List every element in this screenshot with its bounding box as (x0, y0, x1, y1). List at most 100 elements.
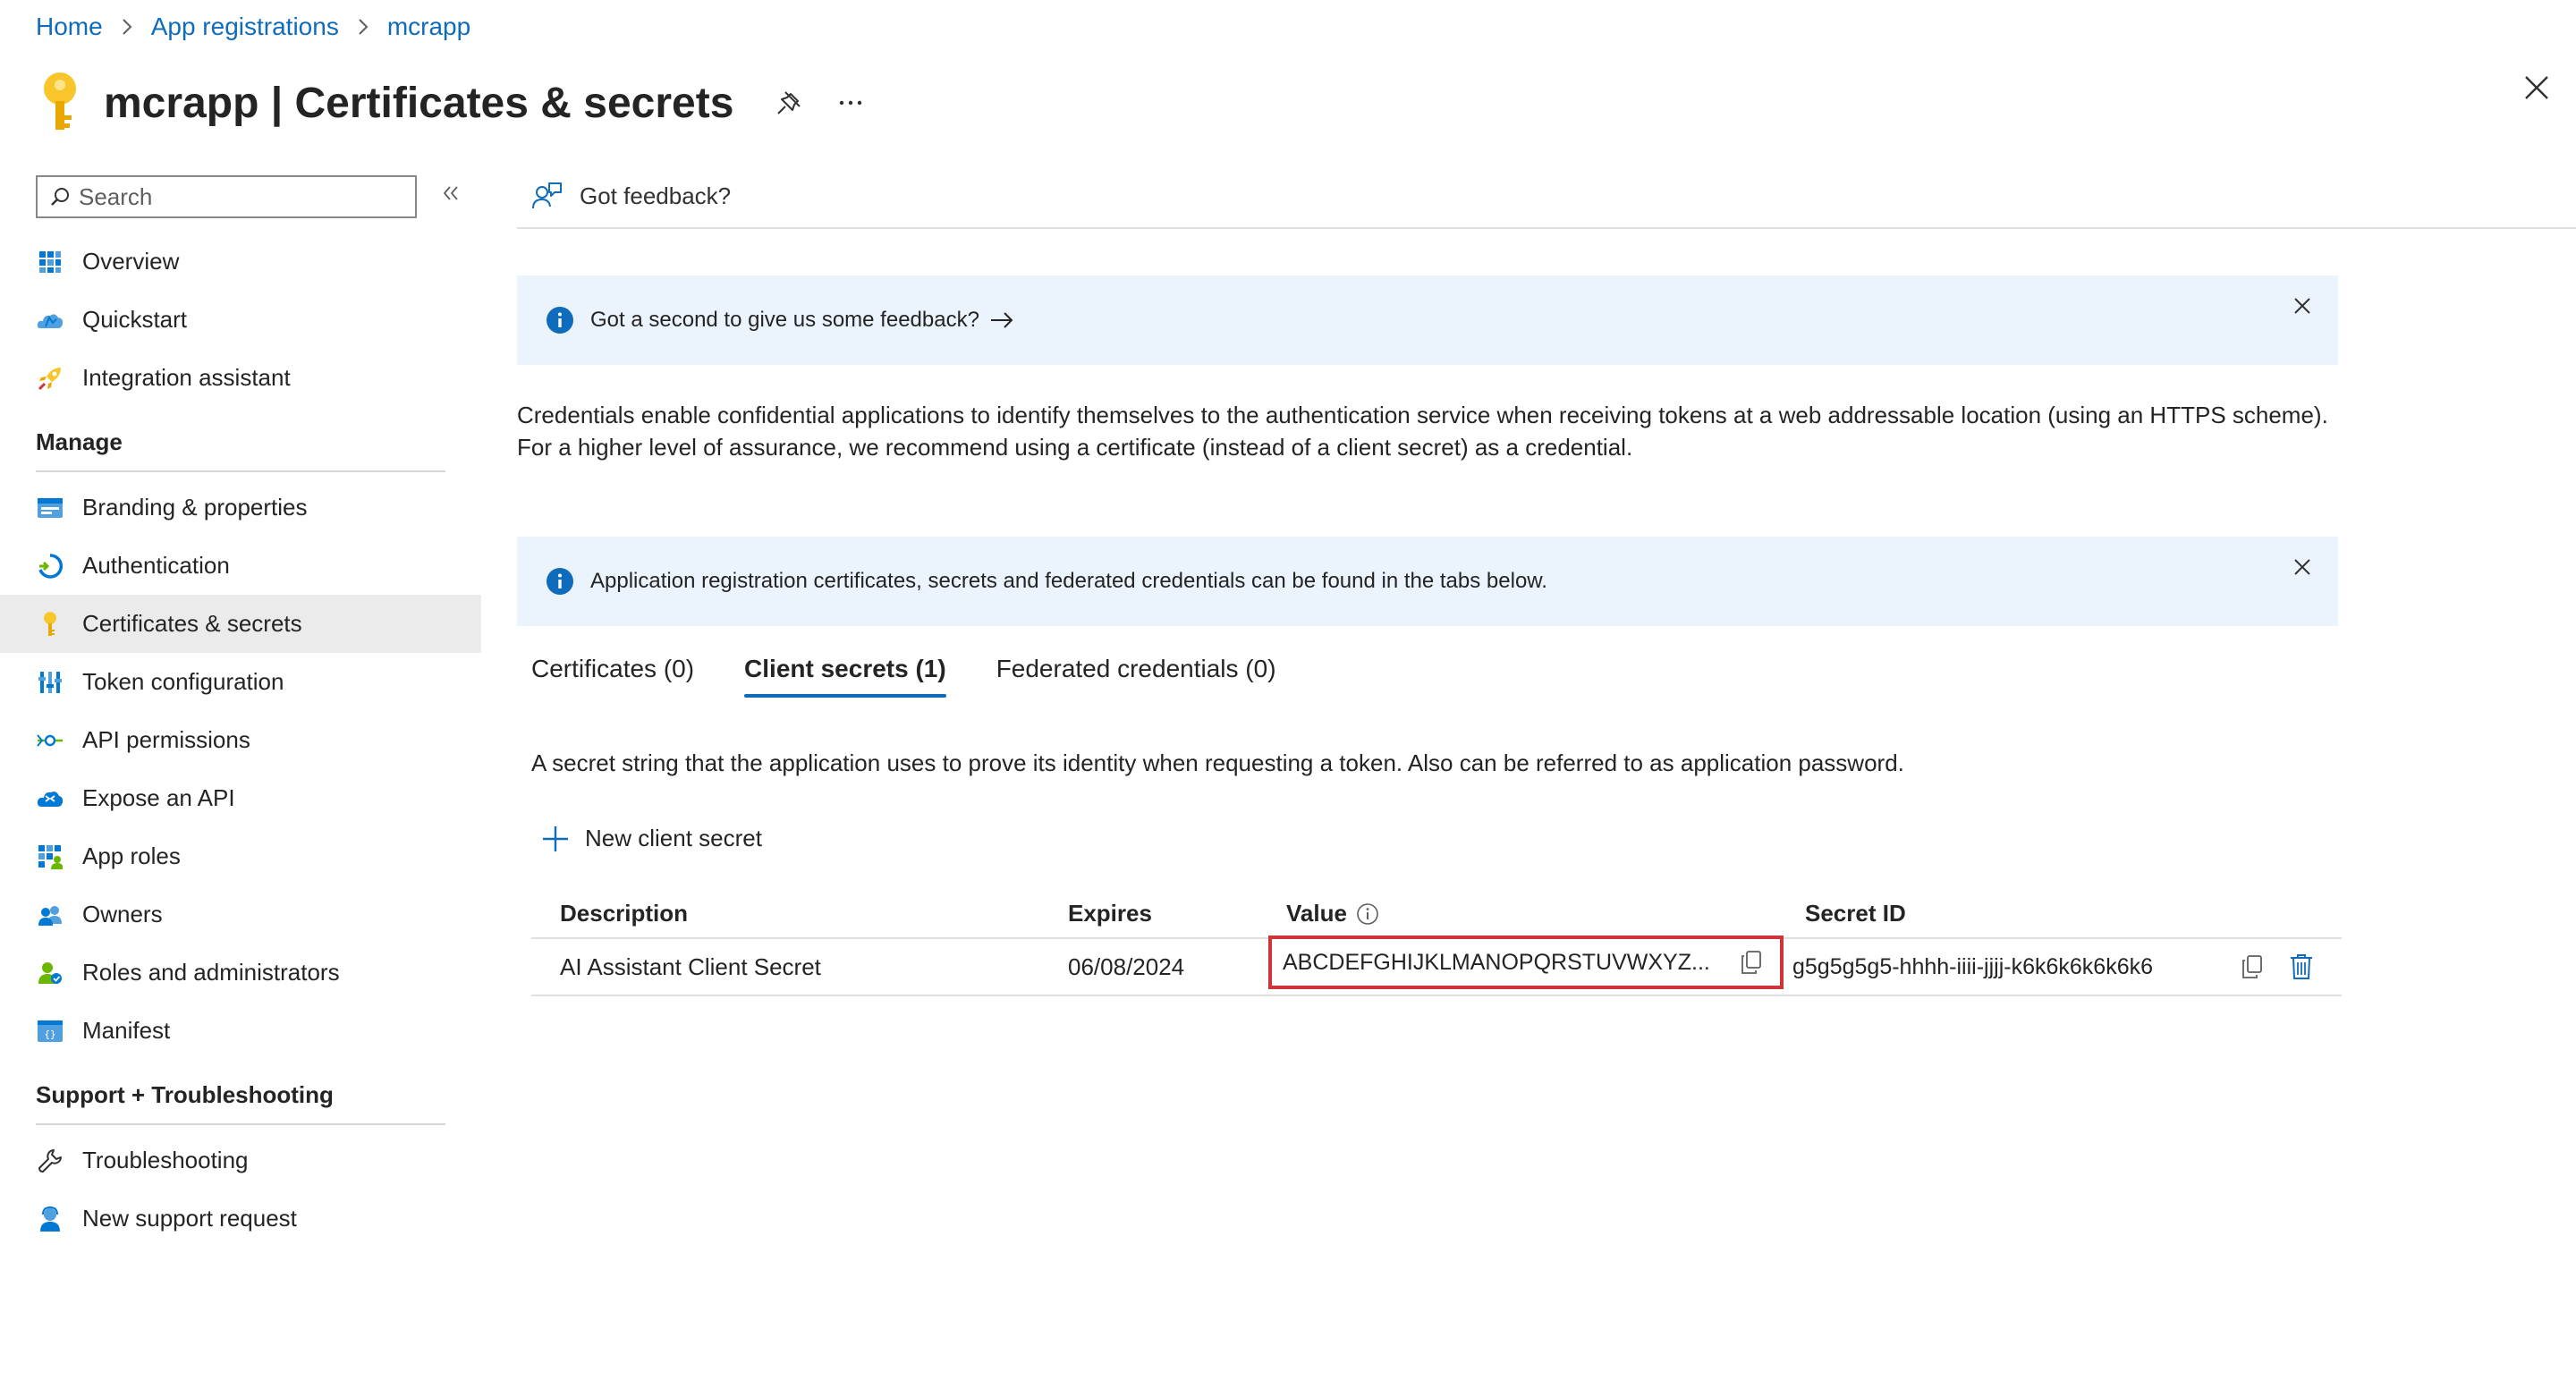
info-icon (547, 307, 573, 334)
page-title: mcrapp | Certificates & secrets (104, 79, 734, 127)
table-header: Description Expires Value Secret ID (531, 889, 2342, 939)
sidebar-item-label: Authentication (82, 552, 230, 579)
secret-value-cell: ABCDEFGHIJKLMANOPQRSTUVWXYZ... (1268, 936, 1784, 989)
sidebar-item-manifest[interactable]: {} Manifest (0, 1002, 481, 1060)
search-input[interactable] (79, 182, 401, 211)
sidebar-item-new-support-request[interactable]: New support request (0, 1190, 481, 1248)
page-header: mcrapp | Certificates & secrets (36, 63, 862, 143)
breadcrumb-home[interactable]: Home (36, 13, 103, 41)
wrench-icon (36, 1147, 64, 1175)
tab-client-secrets[interactable]: Client secrets (1) (744, 655, 946, 698)
sidebar-item-label: Certificates & secrets (82, 610, 302, 637)
feedback-icon[interactable] (531, 182, 562, 210)
sidebar-item-label: Expose an API (82, 784, 235, 811)
svg-text:{}: {} (44, 1029, 55, 1040)
sidebar-item-integration-assistant[interactable]: Integration assistant (0, 349, 481, 407)
tab-certificates[interactable]: Certificates (0) (531, 655, 694, 698)
breadcrumb-mcrapp[interactable]: mcrapp (387, 13, 470, 41)
sidebar-item-label: App roles (82, 842, 181, 869)
sidebar-item-overview[interactable]: Overview (0, 233, 481, 291)
column-header-value: Value (1286, 900, 1379, 927)
column-header-description: Description (560, 900, 689, 927)
support-icon (36, 1205, 64, 1233)
collapse-sidebar-icon[interactable] (442, 184, 460, 202)
branding-icon (36, 494, 64, 522)
sidebar-item-label: API permissions (82, 726, 250, 753)
key-icon (44, 72, 76, 130)
feedback-banner-link[interactable]: Got a second to give us some feedback? (590, 308, 979, 333)
client-secrets-description: A secret string that the application use… (531, 749, 1904, 776)
secret-expires: 06/08/2024 (1068, 952, 1185, 980)
sidebar-item-label: Owners (82, 901, 163, 927)
secret-id[interactable]: g5g5g5g5-hhhh-iiii-jjjj-k6k6k6k6k6k6 (1792, 939, 2153, 995)
sidebar-item-api-permissions[interactable]: API permissions (0, 711, 481, 769)
sidebar-item-app-roles[interactable]: App roles (0, 827, 481, 885)
client-secrets-table: Description Expires Value Secret ID AI A… (531, 889, 2342, 996)
sidebar-item-label: Roles and administrators (82, 959, 340, 986)
manifest-icon: {} (36, 1017, 64, 1046)
secret-value[interactable]: ABCDEFGHIJKLMANOPQRSTUVWXYZ... (1283, 950, 1730, 976)
rocket-icon (36, 364, 64, 393)
owners-icon (36, 901, 64, 929)
sidebar-item-quickstart[interactable]: Quickstart (0, 291, 481, 349)
api-permissions-icon (36, 726, 64, 755)
sidebar-item-authentication[interactable]: Authentication (0, 537, 481, 595)
breadcrumb: Home App registrations mcrapp (36, 13, 470, 41)
key-icon (36, 610, 64, 639)
dismiss-banner-icon[interactable] (2293, 558, 2311, 576)
token-icon (36, 668, 64, 697)
sidebar: Overview Quickstart Integration assistan… (0, 165, 481, 1248)
sidebar-item-expose-an-api[interactable]: Expose an API (0, 769, 481, 827)
app-roles-icon (36, 842, 64, 871)
command-bar: Got feedback? (517, 165, 2576, 229)
sidebar-item-label: Token configuration (82, 668, 284, 695)
dismiss-banner-icon[interactable] (2293, 297, 2311, 315)
sidebar-item-certificates-secrets[interactable]: Certificates & secrets (0, 595, 481, 653)
roles-icon (36, 959, 64, 987)
sidebar-search (36, 175, 417, 218)
column-header-expires: Expires (1068, 900, 1152, 927)
sidebar-item-label: Integration assistant (82, 364, 291, 391)
cloud-icon (36, 784, 64, 813)
credential-tabs: Certificates (0) Client secrets (1) Fede… (531, 655, 1276, 698)
sidebar-item-label: Manifest (82, 1017, 171, 1044)
copy-secret-id-icon[interactable] (2241, 939, 2263, 995)
pin-icon[interactable] (775, 89, 803, 117)
manage-section-header: Manage (0, 419, 481, 478)
quickstart-icon (36, 306, 64, 334)
sidebar-item-owners[interactable]: Owners (0, 885, 481, 944)
delete-secret-icon[interactable] (2290, 939, 2313, 995)
copy-value-icon[interactable] (1741, 951, 1762, 974)
chevron-right-icon (357, 18, 369, 36)
sidebar-item-label: Branding & properties (82, 494, 308, 521)
new-client-secret-button[interactable]: New client secret (542, 825, 762, 852)
sidebar-item-troubleshooting[interactable]: Troubleshooting (0, 1131, 481, 1190)
search-icon (51, 188, 69, 206)
sidebar-item-roles-administrators[interactable]: Roles and administrators (0, 944, 481, 1002)
sidebar-item-label: New support request (82, 1205, 297, 1232)
more-options-icon[interactable] (839, 99, 862, 106)
secret-description: AI Assistant Client Secret (560, 952, 821, 980)
sidebar-item-label: Troubleshooting (82, 1147, 249, 1173)
info-icon (547, 568, 573, 595)
table-row: AI Assistant Client Secret 06/08/2024 AB… (531, 936, 2342, 996)
chevron-right-icon (121, 18, 133, 36)
support-section-header: Support + Troubleshooting (0, 1072, 481, 1131)
main-content: Got feedback? Got a second to give us so… (517, 165, 2576, 996)
info-outline-icon[interactable] (1356, 902, 1379, 926)
plus-icon (543, 825, 568, 851)
breadcrumb-app-registrations[interactable]: App registrations (151, 13, 339, 41)
sidebar-item-token-configuration[interactable]: Token configuration (0, 653, 481, 711)
close-icon[interactable] (2524, 75, 2549, 100)
new-client-secret-label: New client secret (585, 825, 762, 851)
sidebar-item-label: Overview (82, 248, 180, 275)
credentials-description: Credentials enable confidential applicat… (517, 402, 2328, 461)
arrow-right-icon[interactable] (990, 311, 1013, 329)
sidebar-item-label: Quickstart (82, 306, 188, 333)
tabs-info-banner: Application registration certificates, s… (517, 537, 2338, 626)
tab-federated-credentials[interactable]: Federated credentials (0) (996, 655, 1276, 698)
overview-icon (36, 248, 64, 276)
feedback-banner: Got a second to give us some feedback? (517, 275, 2338, 365)
sidebar-item-branding[interactable]: Branding & properties (0, 478, 481, 537)
got-feedback-button[interactable]: Got feedback? (580, 182, 731, 210)
